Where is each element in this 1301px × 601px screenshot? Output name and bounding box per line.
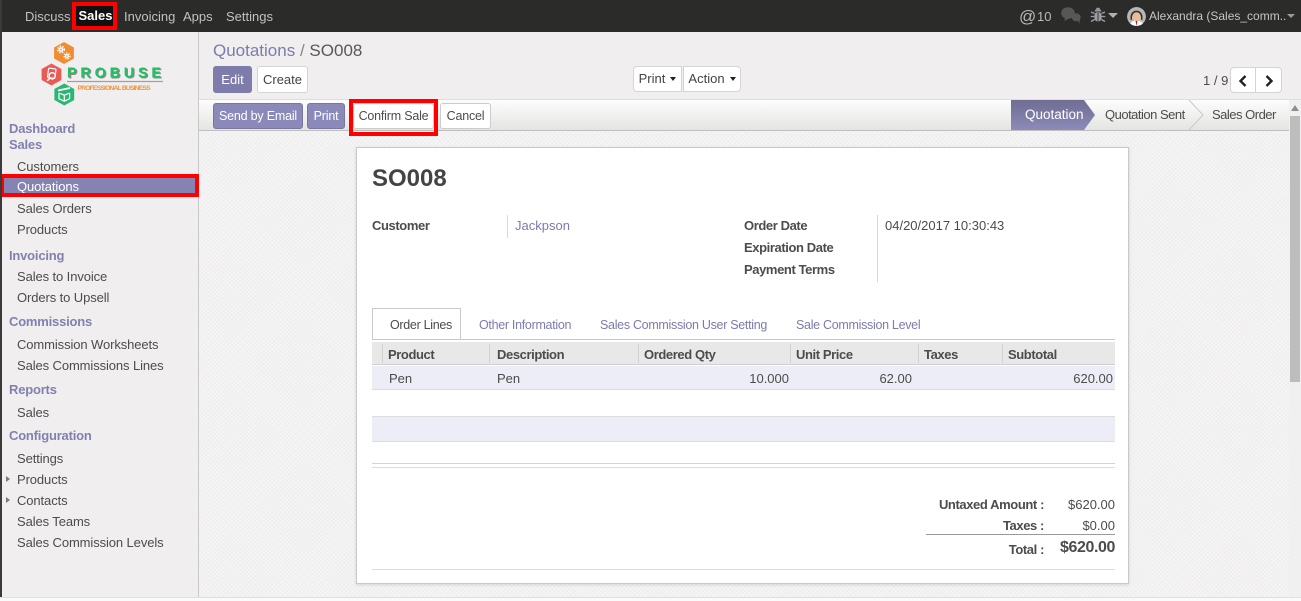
svg-text:PROBUSE: PROBUSE	[67, 66, 161, 82]
svg-text:PROFESSIONAL BUSINESS: PROFESSIONAL BUSINESS	[78, 85, 152, 92]
